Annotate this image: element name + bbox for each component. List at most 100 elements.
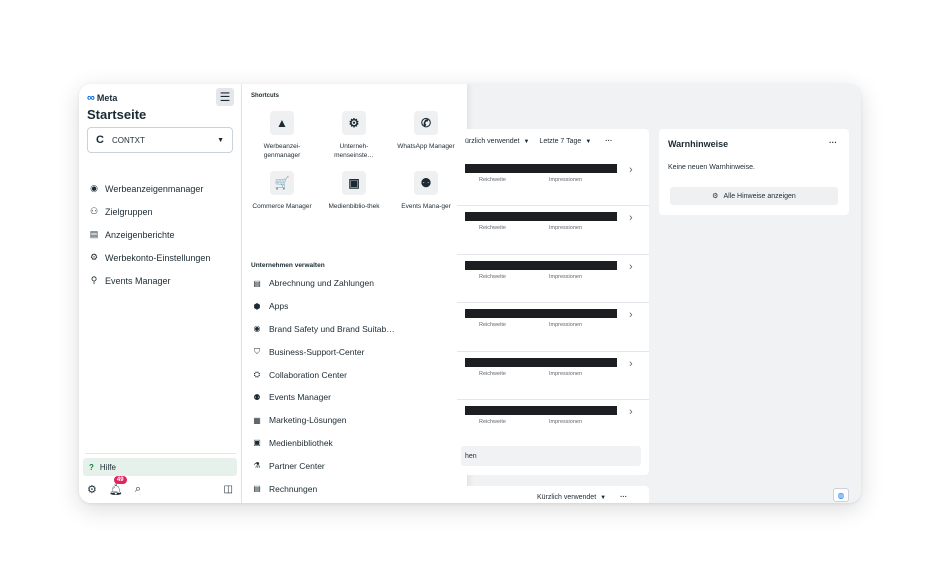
table-row[interactable]: Reichweite Impressionen › — [457, 352, 649, 400]
table-row[interactable]: Reichweite Impressionen › — [457, 158, 649, 207]
metric-label-impressions: Impressionen — [549, 418, 583, 425]
manage-item-media-library[interactable]: ▣ Medienbibliothek — [251, 432, 461, 455]
table-row[interactable]: Reichweite Impressionen › — [457, 206, 649, 255]
help-label: Hilfe — [99, 462, 116, 472]
shortcut-media-library[interactable]: ▣ Medienbiblio-thek — [318, 171, 390, 211]
date-range-dropdown[interactable]: Letzte 7 Tage — [539, 138, 581, 145]
metric-label-impressions: Impressionen — [549, 273, 583, 280]
metric-label-reach: Reichweite — [479, 273, 506, 280]
more-options-icon[interactable]: ··· — [605, 138, 612, 145]
chevron-right-icon[interactable]: › — [629, 261, 633, 273]
ads-list: Reichweite Impressionen › Reichweite Imp… — [457, 158, 649, 448]
sidebar-item-label: Zielgruppen — [105, 206, 153, 217]
hamburger-icon: ☰ — [219, 90, 231, 104]
business-support-icon: ⛉ — [254, 346, 260, 356]
account-name: CONTXT — [111, 135, 145, 145]
search-icon[interactable]: ⌕ — [135, 483, 141, 496]
table-row[interactable]: Reichweite Impressionen › — [457, 255, 649, 304]
manage-item-business-support[interactable]: ⛉ Business-Support-Center — [251, 340, 461, 363]
card-filters: ürzlich verwendet ▼ Letzte 7 Tage ▼ ··· — [465, 138, 612, 145]
manage-item-marketing-solutions[interactable]: ▦ Marketing-Lösungen — [251, 409, 461, 432]
events-manager-icon: ⚉ — [414, 171, 438, 195]
manage-item-billing[interactable]: ▤ Abrechnung und Zahlungen — [251, 272, 461, 295]
shortcut-label: Werbeanzei-genmanager — [263, 143, 301, 159]
manage-item-apps[interactable]: ⬢ Apps — [251, 295, 461, 318]
chevron-right-icon[interactable]: › — [629, 406, 633, 418]
sidebar-item-events-manager[interactable]: ⚲ Events Manager — [87, 269, 237, 292]
business-settings-icon: ⚙ — [342, 111, 366, 135]
billing-icon: ▤ — [253, 278, 261, 288]
meta-infinity-icon: ∞ — [87, 92, 95, 104]
notification-count-badge: 49 — [113, 475, 127, 484]
manage-item-collaboration-center[interactable]: ⛭ Collaboration Center — [251, 363, 461, 386]
media-library-icon: ▣ — [342, 171, 366, 195]
more-options-icon[interactable]: ··· — [829, 138, 837, 147]
metric-label-impressions: Impressionen — [549, 177, 583, 183]
meta-logo[interactable]: ∞ Meta — [87, 92, 117, 104]
chevron-down-icon[interactable]: ▼ — [585, 139, 591, 145]
events-manager-icon: ⚉ — [253, 392, 261, 402]
hamburger-menu-button[interactable]: ☰ — [216, 88, 234, 106]
shortcuts-panel: Shortcuts ▲ Werbeanzei-genmanager ⚙ Unte… — [242, 84, 467, 503]
manage-item-label: Events Manager — [269, 392, 331, 403]
shortcut-ads-manager[interactable]: ▲ Werbeanzei-genmanager — [246, 111, 318, 160]
chevron-right-icon[interactable]: › — [629, 309, 633, 321]
manage-item-label: Partner Center — [269, 460, 325, 471]
app-window: ∞ Meta ☰ Startseite C CONTXT ▼ ◉ Werbean… — [79, 84, 861, 503]
shortcut-commerce-manager[interactable]: 🛒 Commerce Manager — [246, 171, 318, 211]
redacted-ad-name — [465, 212, 617, 222]
shortcuts-heading: Shortcuts — [251, 93, 280, 99]
panel-toggle-icon[interactable]: ◫ — [224, 484, 233, 495]
media-library-icon: ▣ — [253, 438, 261, 448]
manage-item-events-manager[interactable]: ⚉ Events Manager — [251, 386, 461, 409]
gear-icon: ⚙ — [712, 193, 719, 200]
manage-item-label: Business-Support-Center — [269, 346, 365, 357]
partner-center-icon: ⚗ — [253, 461, 261, 471]
shortcut-whatsapp-manager[interactable]: ✆ WhatsApp Manager — [390, 111, 462, 160]
ads-reporting-icon: ▤ — [89, 229, 99, 239]
manage-item-brand-safety[interactable]: ◉ Brand Safety und Brand Suitab… — [251, 318, 461, 341]
shortcut-business-settings[interactable]: ⚙ Unterneh-menseinste… — [318, 111, 390, 160]
chevron-right-icon[interactable]: › — [629, 358, 633, 370]
gear-icon[interactable]: ⚙ — [87, 483, 97, 496]
chevron-right-icon[interactable]: › — [629, 164, 633, 176]
brand-safety-icon: ◉ — [253, 324, 261, 334]
shortcut-label: Unterneh-menseinste… — [334, 143, 374, 159]
collaboration-center-icon: ⛭ — [253, 369, 261, 379]
chevron-down-icon[interactable]: ▼ — [523, 139, 529, 145]
invoices-icon: ▤ — [253, 484, 261, 494]
manage-item-label: Brand Safety und Brand Suitab… — [269, 323, 395, 334]
chevron-down-icon[interactable]: ▼ — [600, 495, 606, 501]
show-all-warnings-button[interactable]: ⚙ Alle Hinweise anzeigen — [670, 187, 838, 205]
see-all-button[interactable]: hen — [461, 446, 641, 466]
sidebar-item-ad-account-settings[interactable]: ⚙ Werbekonto-Einstellungen — [87, 246, 237, 269]
globe-icon[interactable]: ◍ — [833, 488, 849, 502]
redacted-ad-name — [465, 405, 617, 415]
sidebar-nav: ◉ Werbeanzeigenmanager ⚇ Zielgruppen ▤ A… — [87, 177, 237, 292]
sidebar-item-audiences[interactable]: ⚇ Zielgruppen — [87, 200, 237, 223]
secondary-card: Kürzlich verwendet ▼ ··· — [457, 486, 649, 503]
metric-label-impressions: Impressionen — [549, 370, 583, 377]
sidebar-item-label: Events Manager — [105, 275, 171, 286]
notifications-bell-icon[interactable]: 🔔︎ 49 — [109, 475, 127, 496]
question-mark-icon: ? — [89, 462, 94, 472]
metric-label-reach: Reichweite — [479, 370, 506, 377]
metric-label-reach: Reichweite — [479, 225, 506, 232]
chevron-right-icon[interactable]: › — [629, 212, 633, 224]
sidebar-item-ads-manager[interactable]: ◉ Werbeanzeigenmanager — [87, 177, 237, 200]
account-selector[interactable]: C CONTXT ▼ — [87, 127, 233, 153]
shortcut-events-manager[interactable]: ⚉ Events Mana-ger — [390, 171, 462, 211]
sidebar-item-ads-reporting[interactable]: ▤ Anzeigenberichte — [87, 223, 237, 246]
help-button[interactable]: ? Hilfe — [83, 458, 237, 476]
manage-item-invoices[interactable]: ▤ Rechnungen — [251, 477, 461, 500]
marketing-solutions-icon: ▦ — [253, 415, 261, 425]
manage-item-partner-center[interactable]: ⚗ Partner Center — [251, 454, 461, 477]
more-options-icon[interactable]: ··· — [620, 494, 627, 501]
table-row[interactable]: Reichweite Impressionen › — [457, 303, 649, 352]
sidebar-item-label: Anzeigenberichte — [105, 229, 175, 240]
sort-dropdown[interactable]: ürzlich verwendet — [465, 138, 519, 145]
contxt-logo-icon: C — [96, 134, 104, 146]
sort-dropdown[interactable]: Kürzlich verwendet — [537, 494, 596, 501]
table-row[interactable]: Reichweite Impressionen › — [457, 400, 649, 448]
shortcut-label: WhatsApp Manager — [397, 143, 455, 150]
